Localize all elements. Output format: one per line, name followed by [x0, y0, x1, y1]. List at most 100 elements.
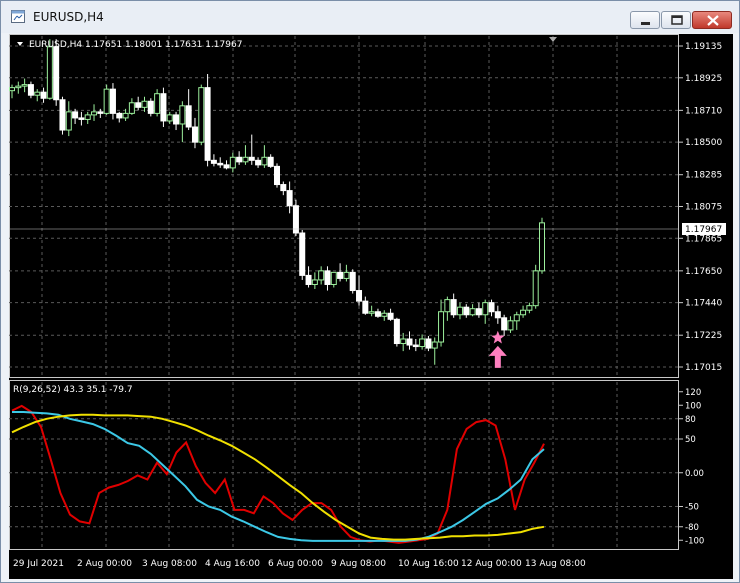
candle-body: [248, 156, 255, 161]
candle-body: [261, 156, 268, 166]
candle-body: [343, 271, 350, 279]
candle-body: [444, 299, 451, 313]
price-axis-label: 1.18075: [685, 203, 722, 213]
candle-body: [374, 311, 381, 317]
candle-body: [349, 271, 356, 292]
candle-body: [463, 306, 470, 316]
candle-body: [9, 87, 15, 92]
candle-body: [387, 312, 394, 320]
minimize-icon: [641, 22, 650, 25]
maximize-button[interactable]: [661, 11, 691, 29]
window-title: EURUSD,H4: [33, 10, 104, 24]
candle-body: [539, 222, 545, 272]
candle-body: [84, 114, 91, 120]
time-axis-label: 9 Aug 08:00: [331, 559, 386, 569]
candle-body: [173, 114, 180, 125]
candle-body: [513, 314, 520, 322]
candle-body: [488, 302, 495, 313]
candle-body: [91, 111, 98, 116]
candle-body: [286, 190, 293, 207]
candle-body: [438, 311, 445, 343]
candle-body: [368, 311, 375, 314]
candle-body: [223, 164, 230, 169]
candle-body: [185, 105, 192, 128]
candle-body: [501, 317, 508, 331]
price-axis-label: 1.17650: [685, 267, 722, 277]
collapse-triangle-icon[interactable]: [17, 42, 23, 46]
candle-body: [267, 156, 274, 167]
candle-body: [198, 87, 205, 143]
candle-body: [122, 112, 129, 119]
candle-body: [526, 305, 533, 311]
candle-body: [160, 93, 167, 122]
indicator-axis-label: 50: [685, 435, 696, 445]
candle-body: [456, 306, 463, 316]
time-axis-label: 3 Aug 08:00: [142, 559, 197, 569]
candle-body: [356, 290, 363, 302]
candle-body: [34, 91, 41, 96]
price-axis-label: 1.19135: [685, 42, 722, 52]
restore-icon: [671, 15, 683, 25]
candle-body: [255, 159, 262, 166]
candle-body: [337, 271, 344, 279]
time-axis-label: 6 Aug 00:00: [268, 559, 323, 569]
candle-body: [154, 93, 161, 114]
close-button[interactable]: [692, 11, 732, 29]
chart-canvas[interactable]: 1.19135 1.18925 1.18710 1.18500 1.18285 1.180…: [9, 34, 733, 579]
candle-body: [362, 300, 369, 314]
candle-body: [179, 105, 186, 125]
indicator-axis-label: 120: [685, 388, 701, 398]
time-axis-label: 2 Aug 00:00: [77, 559, 132, 569]
price-axis-label: 1.17225: [685, 331, 722, 341]
candle-body: [141, 100, 148, 108]
candle-body: [400, 338, 407, 345]
price-axis-label: 1.17015: [685, 363, 722, 373]
candle-body: [217, 162, 224, 166]
candle-body: [135, 102, 142, 108]
candle-body: [507, 320, 514, 331]
shift-marker-icon[interactable]: [549, 37, 557, 42]
candle-body: [204, 87, 211, 161]
minimize-button[interactable]: [630, 11, 660, 29]
candle-body: [324, 270, 331, 285]
candle-body: [318, 270, 325, 281]
price-axis-label: 1.18710: [685, 106, 722, 116]
candle-body: [236, 156, 243, 163]
time-axis-label: 29 Jul 2021: [13, 559, 64, 569]
candle-body: [274, 165, 280, 186]
candle-body: [532, 270, 539, 307]
candle-body: [482, 302, 489, 316]
candle-body: [128, 102, 135, 114]
main-pane-border: [9, 34, 679, 378]
candle-body: [280, 184, 287, 192]
candle-body: [242, 156, 249, 163]
candle-body: [103, 88, 110, 114]
terminal-window: EURUSD,H4 1.19135 1.18925 1.18710 1.18500 1.…: [0, 0, 740, 583]
price-axis-label: 1.17440: [685, 299, 722, 309]
candle-body: [210, 159, 217, 164]
close-icon: [707, 15, 719, 26]
indicator-series-line: [11, 404, 545, 544]
candle-body: [450, 299, 457, 316]
indicator-axis-label: 0.00: [685, 469, 704, 479]
candle-body: [147, 100, 154, 114]
candle-body: [78, 117, 85, 120]
candle-body: [65, 111, 72, 131]
candle-body: [406, 338, 413, 346]
candle-body: [72, 111, 79, 119]
candle-body: [412, 344, 419, 348]
chart-area[interactable]: 1.19135 1.18925 1.18710 1.18500 1.18285 1.180…: [9, 34, 733, 579]
candle-body: [311, 279, 318, 285]
candle-body: [191, 126, 198, 143]
time-axis-label: 13 Aug 08:00: [525, 559, 586, 569]
time-axis-label: 10 Aug 16:00: [398, 559, 459, 569]
title-bar[interactable]: EURUSD,H4: [1, 1, 739, 33]
candle-body: [21, 84, 28, 87]
indicator-header: R(9,26,52) 43.3 35.1 -79.7: [13, 385, 133, 395]
time-axis-label: 4 Aug 16:00: [205, 559, 260, 569]
candle-body: [53, 46, 60, 101]
indicator-axis-label: 100: [685, 401, 701, 411]
candle-body: [116, 112, 123, 119]
chart-window-icon: [11, 10, 25, 23]
candle-body: [299, 232, 306, 276]
